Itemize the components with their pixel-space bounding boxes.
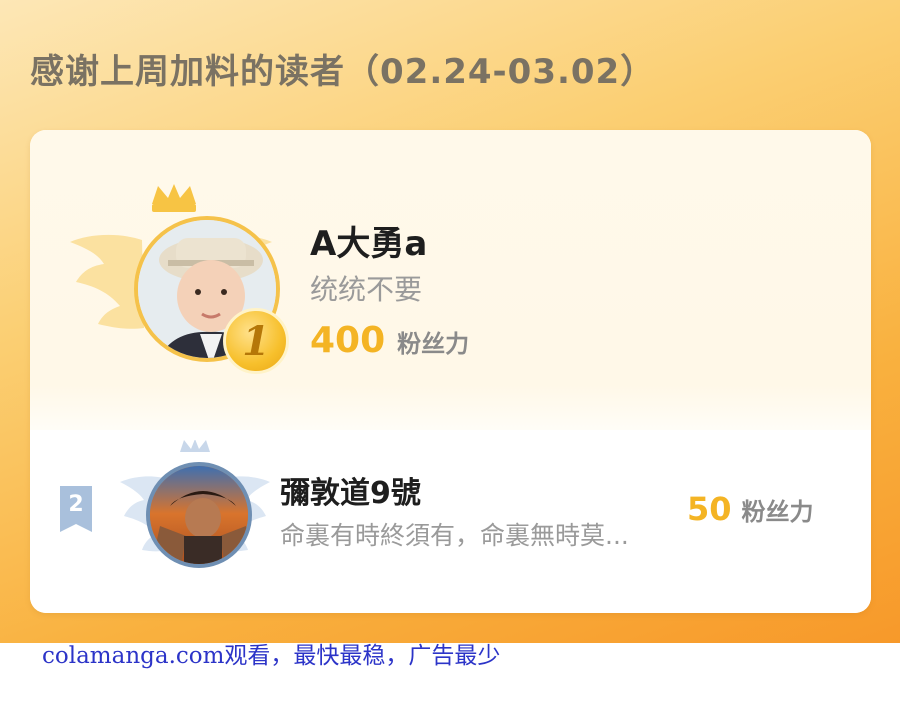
reader-message: 命裏有時終須有，命裏無時莫... bbox=[280, 521, 629, 550]
crown-icon bbox=[152, 184, 196, 212]
reader-points: 400 粉丝力 bbox=[310, 320, 469, 361]
points-unit: 粉丝力 bbox=[397, 330, 470, 358]
reader-name[interactable]: A大勇a bbox=[310, 216, 427, 265]
rank-1-avatar-badge: 1 bbox=[68, 182, 289, 374]
rank-2-avatar-badge bbox=[120, 440, 270, 580]
medal-icon: 1 bbox=[223, 308, 289, 374]
leaderboard-banner: 感谢上周加料的读者（02.24-03.02） 1 A大勇a 统统不要 400 粉… bbox=[0, 0, 900, 643]
points-unit: 粉丝力 bbox=[741, 498, 814, 526]
reader-message: 统统不要 bbox=[310, 273, 423, 306]
rank-ribbon-icon: 2 bbox=[60, 486, 92, 532]
points-value: 400 bbox=[310, 320, 386, 361]
reader-points: 50 粉丝力 bbox=[687, 490, 814, 528]
second-reader-row[interactable]: 2 彌敦道9號 命裏有時終須有，命裏無時莫... 50 粉丝力 bbox=[30, 430, 871, 613]
watermark-text: colamanga.com观看，最快最稳，广告最少 bbox=[42, 643, 501, 669]
rank-number: 2 bbox=[68, 492, 84, 517]
rank-number: 1 bbox=[242, 317, 270, 365]
points-value: 50 bbox=[687, 490, 732, 528]
top-reader-row[interactable]: 1 A大勇a 统统不要 400 粉丝力 bbox=[30, 130, 871, 430]
reader-name[interactable]: 彌敦道9號 bbox=[280, 468, 421, 512]
avatar[interactable] bbox=[146, 462, 252, 568]
leaderboard-card: 1 A大勇a 统统不要 400 粉丝力 2 彌敦道9號 命裏有時終須有，命裏無時… bbox=[30, 130, 871, 613]
page-title: 感谢上周加料的读者（02.24-03.02） bbox=[30, 52, 656, 92]
